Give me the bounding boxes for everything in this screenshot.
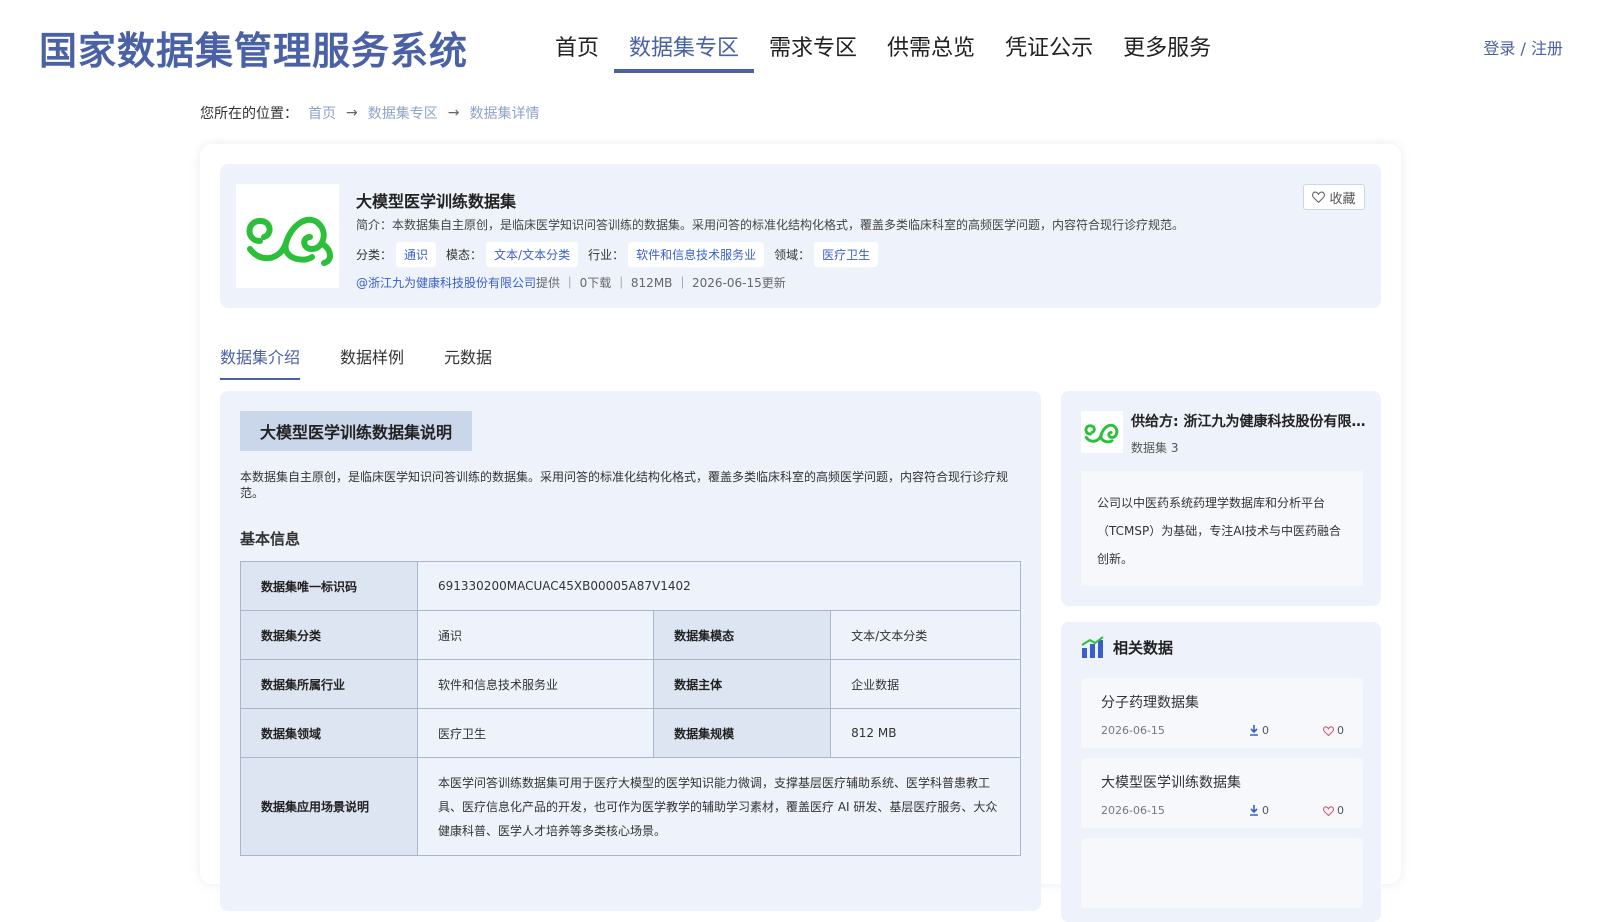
- main-nav: 首页 数据集专区 需求专区 供需总览 凭证公示 更多服务: [540, 26, 1226, 73]
- logo-swirl-icon: [1084, 423, 1119, 444]
- dataset-logo: [236, 184, 339, 288]
- chart-icon: [1081, 636, 1104, 658]
- related-item[interactable]: [1081, 838, 1363, 908]
- logo-swirl-icon: [246, 216, 333, 266]
- subject-value: 企业数据: [830, 659, 1021, 709]
- related-title: 相关数据: [1113, 638, 1174, 657]
- related-item-date: 2026-06-15: [1101, 724, 1165, 737]
- provider-link[interactable]: @浙江九为健康科技股份有限公司: [356, 276, 536, 290]
- tab-intro[interactable]: 数据集介绍: [220, 344, 301, 380]
- related-item-likes: 0: [1323, 724, 1344, 737]
- related-title-row: 相关数据: [1081, 636, 1173, 658]
- like-count: 0: [1337, 804, 1344, 817]
- supplier-panel: 供给方: 浙江九为健康科技股份有限公司 数据集 3 公司以中医药系统药理学数据库…: [1061, 391, 1381, 606]
- industry-value: 软件和信息技术服务业: [416, 659, 655, 709]
- tag-modality[interactable]: 文本/文本分类: [486, 242, 579, 267]
- basic-info-table: 数据集唯一标识码 691330200MACUAC45XB00005A87V140…: [240, 561, 1021, 856]
- breadcrumb-home[interactable]: 首页: [308, 103, 336, 123]
- nav-datasets[interactable]: 数据集专区: [614, 26, 755, 73]
- nav-vouchers[interactable]: 凭证公示: [990, 26, 1108, 70]
- domain-value: 医疗卫生: [416, 708, 655, 758]
- table-row: 数据集所属行业 软件和信息技术服务业 数据主体 企业数据: [240, 659, 1021, 709]
- detail-tabs: 数据集介绍 数据样例 元数据: [220, 344, 532, 380]
- domain-label: 数据集领域: [240, 708, 418, 758]
- intro-panel: 大模型医学训练数据集说明 本数据集自主原创，是临床医学知识问答训练的数据集。采用…: [220, 391, 1041, 911]
- tab-metadata[interactable]: 元数据: [444, 344, 492, 380]
- download-count: 0: [1262, 804, 1269, 817]
- related-item-date: 2026-06-15: [1101, 804, 1165, 817]
- nav-demands[interactable]: 需求专区: [754, 26, 872, 70]
- subject-label: 数据主体: [653, 659, 832, 709]
- category-label: 数据集分类: [240, 610, 418, 660]
- modality-label: 数据集模态: [653, 610, 832, 660]
- meta-stats: 提供 ｜ 0下载 ｜ 812MB ｜ 2026-06-15更新: [536, 276, 786, 290]
- dataset-title: 大模型医学训练数据集: [356, 192, 517, 211]
- arrow-right-icon: →: [447, 105, 460, 121]
- tab-samples[interactable]: 数据样例: [340, 344, 404, 380]
- site-brand[interactable]: 国家数据集管理服务系统: [39, 20, 468, 75]
- category-value: 通识: [416, 610, 655, 660]
- nav-more[interactable]: 更多服务: [1108, 26, 1226, 70]
- dataset-detail-card: 大模型医学训练数据集 简介：本数据集自主原创，是临床医学知识问答训练的数据集。采…: [200, 144, 1401, 922]
- dataset-meta: @浙江九为健康科技股份有限公司提供 ｜ 0下载 ｜ 812MB ｜ 2026-0…: [356, 274, 786, 291]
- breadcrumb-label: 您所在的位置：: [200, 106, 298, 122]
- tag-key-modality: 模态：: [446, 248, 483, 262]
- related-item-downloads: 0: [1249, 724, 1269, 737]
- tag-industry[interactable]: 软件和信息技术服务业: [628, 242, 765, 267]
- download-count: 0: [1262, 724, 1269, 737]
- supplier-name[interactable]: 供给方: 浙江九为健康科技股份有限公司: [1131, 411, 1366, 431]
- dataset-tags: 分类： 通识 模态： 文本/文本分类 行业： 软件和信息技术服务业 领域： 医疗…: [356, 242, 888, 267]
- download-icon: [1250, 805, 1258, 816]
- related-item-name: 分子药理数据集: [1101, 695, 1199, 711]
- related-item-name: 大模型医学训练数据集: [1101, 775, 1241, 791]
- like-count: 0: [1337, 724, 1344, 737]
- related-item-likes: 0: [1323, 804, 1344, 817]
- nav-home[interactable]: 首页: [540, 26, 614, 70]
- nav-overview[interactable]: 供需总览: [872, 26, 990, 70]
- dataset-header: 大模型医学训练数据集 简介：本数据集自主原创，是临床医学知识问答训练的数据集。采…: [220, 164, 1381, 308]
- login-register-link[interactable]: 登录 / 注册: [1483, 35, 1563, 59]
- related-item-downloads: 0: [1249, 804, 1269, 817]
- related-item[interactable]: 大模型医学训练数据集 2026-06-15 0 0: [1081, 758, 1363, 828]
- favorite-button[interactable]: 收藏: [1303, 184, 1365, 210]
- heart-icon: [1323, 725, 1334, 736]
- table-row: 数据集分类 通识 数据集模态 文本/文本分类: [240, 610, 1021, 660]
- supplier-logo: [1081, 411, 1123, 453]
- breadcrumb: 您所在的位置： 首页 → 数据集专区 → 数据集详情: [200, 103, 539, 123]
- tag-key-industry: 行业：: [588, 248, 625, 262]
- heart-icon: [1323, 805, 1334, 816]
- industry-label: 数据集所属行业: [240, 659, 418, 709]
- basic-info-title: 基本信息: [240, 530, 301, 548]
- favorite-label: 收藏: [1329, 191, 1356, 207]
- supplier-description: 公司以中医药系统药理学数据库和分析平台（TCMSP）为基础，专注AI技术与中医药…: [1081, 471, 1363, 586]
- scene-value: 本医学问答训练数据集可用于医疗大模型的医学知识能力微调，支撑基层医疗辅助系统、医…: [417, 757, 1021, 856]
- tag-key-category: 分类：: [356, 248, 393, 262]
- download-icon: [1250, 725, 1258, 736]
- tag-domain[interactable]: 医疗卫生: [814, 242, 879, 267]
- scale-value: 812 MB: [830, 708, 1021, 758]
- table-row: 数据集领域 医疗卫生 数据集规模 812 MB: [240, 708, 1021, 758]
- uid-value: 691330200MACUAC45XB00005A87V1402: [417, 561, 1021, 611]
- related-item[interactable]: 分子药理数据集 2026-06-15 0 0: [1081, 678, 1363, 748]
- tag-category[interactable]: 通识: [396, 242, 437, 267]
- scene-label: 数据集应用场景说明: [240, 757, 418, 856]
- breadcrumb-datasets[interactable]: 数据集专区: [368, 103, 438, 123]
- intro-section-title: 大模型医学训练数据集说明: [240, 411, 473, 451]
- supplier-dataset-count: 数据集 3: [1131, 441, 1179, 455]
- related-panel: 相关数据 分子药理数据集 2026-06-15 0 0 大模型医学训练数据集 2…: [1061, 622, 1381, 922]
- arrow-right-icon: →: [346, 105, 358, 121]
- breadcrumb-detail[interactable]: 数据集详情: [469, 103, 539, 123]
- dataset-intro: 简介：本数据集自主原创，是临床医学知识问答训练的数据集。采用问答的标准化结构化格…: [356, 218, 1185, 232]
- uid-label: 数据集唯一标识码: [240, 561, 418, 611]
- scale-label: 数据集规模: [653, 708, 832, 758]
- intro-description: 本数据集自主原创，是临床医学知识问答训练的数据集。采用问答的标准化结构化格式，覆…: [240, 470, 1009, 500]
- table-row: 数据集唯一标识码 691330200MACUAC45XB00005A87V140…: [240, 561, 1021, 611]
- tag-key-domain: 领域：: [774, 248, 811, 262]
- site-header: 国家数据集管理服务系统 首页 数据集专区 需求专区 供需总览 凭证公示 更多服务…: [0, 0, 1600, 90]
- modality-value: 文本/文本分类: [830, 610, 1021, 660]
- heart-icon: [1312, 191, 1326, 203]
- table-row: 数据集应用场景说明 本医学问答训练数据集可用于医疗大模型的医学知识能力微调，支撑…: [240, 757, 1021, 856]
